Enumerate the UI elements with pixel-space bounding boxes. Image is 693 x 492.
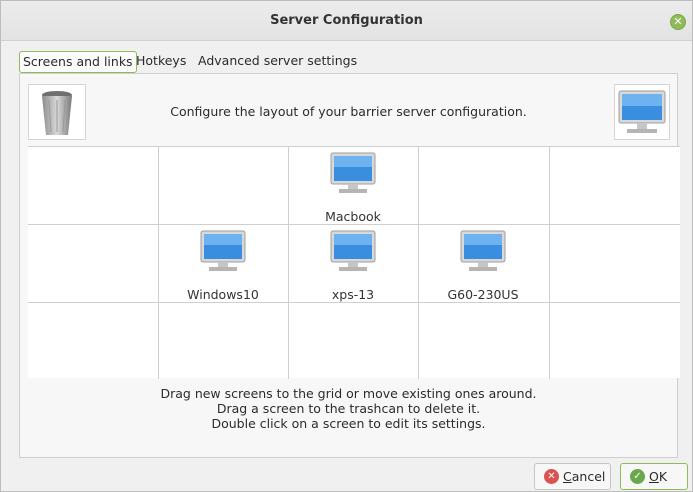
ok-button[interactable]: ✓ OK	[620, 463, 688, 490]
server-configuration-window: Server Configuration ✕ Screens and links…	[0, 0, 693, 492]
screen-label: Windows10	[187, 287, 259, 302]
screen-label: Macbook	[325, 209, 381, 224]
tab-screens-and-links[interactable]: Screens and links	[19, 51, 137, 73]
screen-label: xps-13	[331, 287, 375, 302]
monitor-icon	[200, 230, 246, 271]
help-text: Drag new screens to the grid or move exi…	[20, 386, 677, 431]
tab-hotkeys[interactable]: Hotkeys	[133, 51, 189, 73]
screens-and-links-panel: Configure the layout of your barrier ser…	[19, 73, 680, 458]
monitor-icon	[460, 230, 506, 271]
window-title: Server Configuration	[270, 13, 423, 28]
help-line: Drag new screens to the grid or move exi…	[160, 386, 537, 401]
close-icon[interactable]: ✕	[670, 14, 686, 30]
cancel-label: ancel	[571, 469, 606, 484]
help-line: Double click on a screen to edit its set…	[211, 416, 486, 431]
cancel-button[interactable]: ✕ Cancel	[534, 463, 611, 490]
screen-layout-grid[interactable]: Macbook Windows10 xps-13 G60-230US	[28, 146, 680, 379]
checkmark-icon: ✓	[630, 469, 645, 484]
configure-instruction: Configure the layout of your barrier ser…	[170, 104, 527, 119]
title-bar: Server Configuration ✕	[1, 1, 692, 41]
screen-macbook[interactable]: Macbook	[288, 147, 418, 225]
screen-label: G60-230US	[447, 287, 519, 302]
tab-advanced-server-settings[interactable]: Advanced server settings	[195, 51, 360, 73]
ok-accelerator: O	[649, 469, 659, 484]
screen-windows10[interactable]: Windows10	[158, 225, 288, 303]
help-line: Drag a screen to the trashcan to delete …	[216, 401, 481, 416]
monitor-icon	[330, 230, 376, 271]
cancel-accelerator: C	[563, 469, 572, 484]
screen-xps-13[interactable]: xps-13	[288, 225, 418, 303]
monitor-icon	[330, 152, 376, 193]
new-screen-icon[interactable]	[614, 84, 670, 140]
ok-label: K	[658, 469, 668, 484]
screen-g60-230us[interactable]: G60-230US	[418, 225, 548, 303]
cancel-icon: ✕	[544, 469, 559, 484]
